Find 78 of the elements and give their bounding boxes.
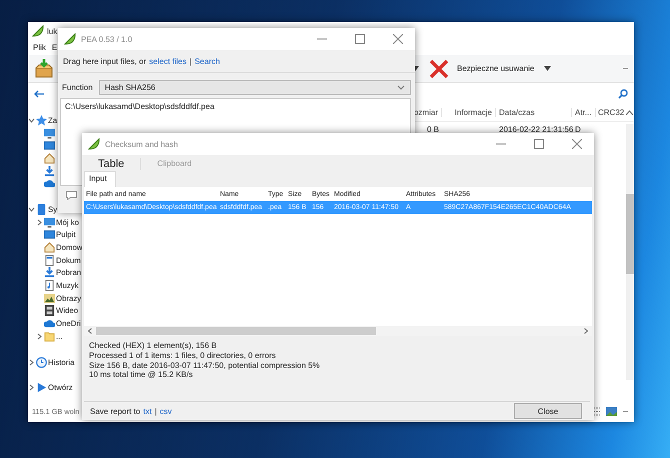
chevron-right-icon[interactable] (36, 332, 43, 340)
scroll-up-icon[interactable] (626, 110, 633, 115)
monitor-icon (44, 128, 55, 139)
collapse-icon[interactable] (623, 67, 628, 70)
collapse-icon[interactable] (623, 410, 628, 412)
pictures-icon (44, 292, 55, 304)
chevron-down-icon (397, 85, 405, 90)
desktop-icon (44, 229, 55, 240)
scrollbar-thumb[interactable] (96, 327, 376, 335)
close-icon[interactable] (393, 34, 403, 44)
download-icon (44, 166, 55, 177)
caret-icon[interactable] (544, 66, 552, 71)
tab[interactable]: Input (84, 171, 116, 187)
search-icon[interactable] (618, 88, 628, 98)
function-dropdown[interactable]: Hash SHA256 (98, 80, 411, 95)
home-icon (44, 242, 55, 254)
scroll-right-icon[interactable] (584, 328, 588, 334)
scrollbar-thumb[interactable] (626, 194, 634, 274)
link[interactable]: txt (143, 406, 152, 416)
menu-item[interactable]: E (52, 43, 58, 52)
column-header[interactable]: CRC32 (596, 108, 624, 117)
home-icon (44, 152, 55, 164)
close-button[interactable]: Close (514, 403, 582, 419)
music-note-icon (44, 280, 55, 292)
play-icon (36, 382, 47, 394)
scroll-left-icon[interactable] (88, 328, 92, 334)
tab[interactable]: Table (82, 158, 142, 170)
folder-icon (44, 330, 55, 342)
menu-item[interactable]: Plik (33, 43, 46, 52)
secure-delete-button[interactable]: Bezpieczne usuwanie (427, 58, 536, 78)
cloud-icon (44, 318, 55, 330)
drop-hint: Drag here input files, or (63, 56, 146, 66)
report-line: Processed 1 of 1 items: 1 files, 0 directories, 0 errors (89, 350, 277, 361)
chevron-down-icon[interactable] (28, 206, 35, 213)
report-line: Size 156 B, date 2016-03-07 11:47:50, potential compression 5% (89, 360, 321, 370)
chevron-right-icon[interactable] (28, 358, 35, 366)
leaf-icon (88, 138, 100, 150)
save-report-label: Save report to (90, 406, 140, 416)
maximize-icon[interactable] (355, 34, 365, 44)
cloud-icon (44, 178, 55, 190)
function-label: Function (62, 83, 93, 92)
report-line: Checked (HEX) 1 element(s), 156 B (89, 341, 218, 351)
clock-icon (36, 356, 47, 368)
link-separator: | (154, 406, 157, 416)
document-icon (44, 254, 55, 266)
picture-icon[interactable] (606, 406, 617, 416)
leaf-icon (64, 33, 76, 45)
maximize-icon[interactable] (534, 139, 544, 149)
chevron-right-icon[interactable] (36, 218, 43, 226)
window-title: PEA 0.53 / 1.0 (81, 34, 132, 44)
star-icon (36, 114, 47, 126)
column-header[interactable]: Informacje (442, 108, 496, 117)
table-cell-text: 2016-02-22 21:31:56 (498, 124, 572, 134)
column-header[interactable]: Atr... (572, 108, 596, 117)
scrollbar[interactable] (626, 124, 634, 380)
report-line: 10 ms total time @ 15.2 KB/s (89, 370, 194, 380)
chevron-right-icon[interactable] (28, 384, 35, 392)
package-icon[interactable] (34, 58, 54, 78)
link[interactable]: select files (149, 56, 187, 66)
link-separator: | (190, 56, 192, 66)
monitor-icon (44, 216, 55, 228)
download-icon (44, 267, 55, 278)
window-title: luk (47, 26, 58, 36)
desktop-icon (44, 140, 55, 152)
chevron-down-icon[interactable] (28, 116, 35, 124)
tablet-icon (36, 204, 47, 215)
back-arrow-icon[interactable] (34, 90, 44, 98)
leaf-icon (32, 25, 44, 37)
close-icon[interactable] (572, 139, 582, 149)
link[interactable]: csv (160, 406, 172, 416)
column-header[interactable]: Data/czas (496, 108, 572, 117)
table-cell-text: 0 B (426, 124, 440, 134)
cross-icon (429, 58, 449, 78)
window-title: Checksum and hash (105, 140, 178, 148)
table-cell-text: D (574, 124, 582, 134)
speech-bubble-icon[interactable] (66, 191, 77, 200)
link[interactable]: Search (194, 56, 220, 66)
film-icon (44, 305, 55, 316)
